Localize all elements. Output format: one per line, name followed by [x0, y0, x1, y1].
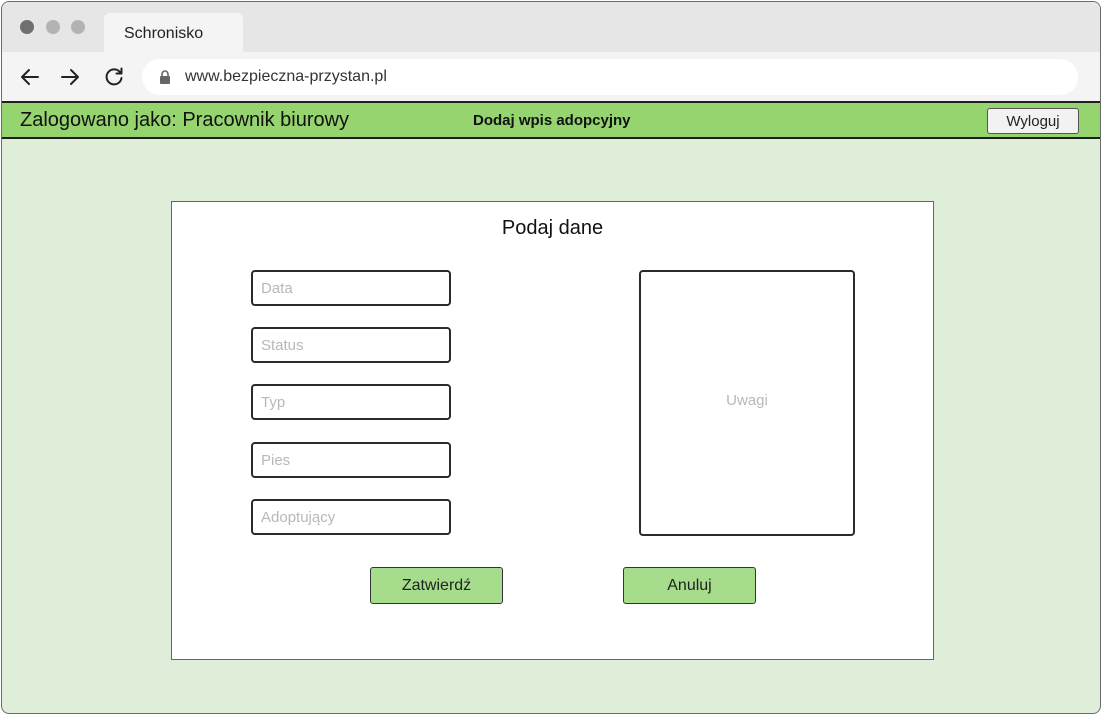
reload-icon[interactable]	[103, 66, 125, 88]
url-text: www.bezpieczna-przystan.pl	[185, 68, 387, 85]
back-arrow-icon[interactable]	[19, 66, 41, 88]
form-title: Podaj dane	[501, 217, 604, 239]
tab-bar: Schronisko	[2, 2, 1100, 52]
logged-in-user-label: Zalogowano jako: Pracownik biurowy	[20, 109, 350, 131]
notes-textarea[interactable]	[639, 270, 855, 536]
forward-arrow-icon[interactable]	[59, 66, 81, 88]
window-minimize-dot[interactable]	[46, 20, 60, 34]
window-maximize-dot[interactable]	[71, 20, 85, 34]
lock-icon	[160, 70, 170, 84]
window-close-dot[interactable]	[20, 20, 34, 34]
date-field[interactable]	[251, 270, 451, 306]
cancel-button[interactable]: Anuluj	[623, 567, 756, 604]
dog-field[interactable]	[251, 442, 451, 478]
type-field[interactable]	[251, 384, 451, 420]
adopter-field[interactable]	[251, 499, 451, 535]
address-bar[interactable]: www.bezpieczna-przystan.pl	[142, 59, 1078, 95]
browser-tab[interactable]: Schronisko	[104, 13, 243, 52]
app-header: Zalogowano jako: Pracownik biurowy Dodaj…	[2, 101, 1100, 139]
page-title: Dodaj wpis adopcyjny	[473, 112, 631, 129]
status-field[interactable]	[251, 327, 451, 363]
confirm-button[interactable]: Zatwierdź	[370, 567, 503, 604]
adoption-form-panel: Podaj dane Zatwierdź Anuluj	[171, 201, 934, 660]
browser-window: Schronisko www.bezpieczna-przystan.pl Za…	[1, 1, 1101, 714]
logout-button[interactable]: Wyloguj	[987, 108, 1079, 134]
navigation-bar: www.bezpieczna-przystan.pl	[2, 52, 1100, 101]
